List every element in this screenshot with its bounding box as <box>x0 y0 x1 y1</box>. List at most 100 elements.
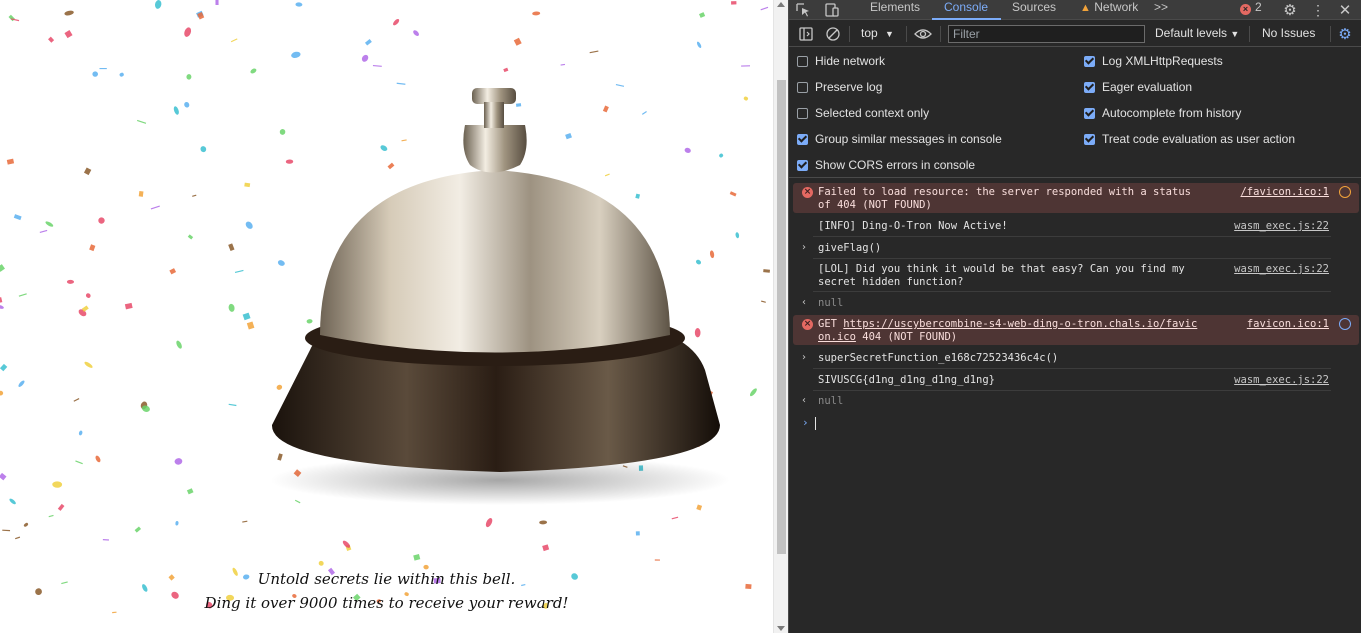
checkbox-checked[interactable] <box>797 133 808 145</box>
service-bell-image[interactable] <box>260 80 730 510</box>
more-options-icon[interactable]: ⋮ <box>1307 0 1329 20</box>
setting-log-xhr[interactable]: Log XMLHttpRequests <box>1084 53 1223 69</box>
console-prompt-input[interactable]: › <box>793 414 1359 434</box>
sidebar-toggle-icon[interactable] <box>795 24 817 44</box>
source-link[interactable]: wasm_exec.js:22 <box>1234 263 1329 276</box>
confetti-piece <box>184 102 190 108</box>
setting-eager-evaluation[interactable]: Eager evaluation <box>1084 79 1192 95</box>
setting-label: Hide network <box>815 54 886 68</box>
checkbox-checked[interactable] <box>1084 133 1095 145</box>
live-expression-eye-icon[interactable] <box>912 24 934 44</box>
confetti-piece <box>250 68 257 74</box>
confetti-piece <box>749 388 757 397</box>
checkbox[interactable] <box>797 55 808 67</box>
chevron-right-icon: › <box>802 352 806 363</box>
tab-network[interactable]: ▲ Network <box>1080 0 1138 20</box>
error-icon: × <box>802 319 813 330</box>
setting-label: Group similar messages in console <box>815 132 1002 146</box>
confetti-piece <box>64 10 74 16</box>
network-request-icon[interactable] <box>1339 186 1351 198</box>
checkbox-checked[interactable] <box>797 159 808 171</box>
request-url-continued[interactable]: on.ico <box>818 331 856 343</box>
command-text: superSecretFunction_e168c72523436c4c() <box>818 352 1059 364</box>
console-settings-gear-icon[interactable]: ⚙ <box>1334 24 1356 44</box>
tab-network-label: Network <box>1094 0 1139 14</box>
tab-sources[interactable]: Sources <box>1012 0 1056 20</box>
confetti-piece <box>532 11 541 16</box>
source-link[interactable]: wasm_exec.js:22 <box>1234 374 1329 387</box>
confetti-piece <box>9 498 16 505</box>
setting-label: Show CORS errors in console <box>815 158 976 172</box>
inspect-element-icon[interactable] <box>793 0 815 20</box>
confetti-piece <box>119 72 124 77</box>
prompt-chevron-icon: › <box>802 416 809 429</box>
command-text: giveFlag() <box>818 242 882 254</box>
confetti-piece <box>85 293 91 298</box>
confetti-piece <box>186 74 192 80</box>
console-input-command[interactable]: › superSecretFunction_e168c72523436c4c() <box>793 348 1359 369</box>
page-scrollbar[interactable] <box>773 0 788 633</box>
confetti-piece <box>215 0 219 6</box>
checkbox[interactable] <box>797 107 808 119</box>
setting-show-cors-errors[interactable]: Show CORS errors in console <box>797 157 975 173</box>
source-link[interactable]: wasm_exec.js:22 <box>1234 220 1329 233</box>
error-count: 2 <box>1255 0 1262 14</box>
setting-preserve-log[interactable]: Preserve log <box>797 79 882 95</box>
network-request-icon[interactable] <box>1339 318 1351 330</box>
source-link[interactable]: favicon.ico:1 <box>1247 318 1329 331</box>
confetti-piece <box>413 553 421 561</box>
scroll-down-arrow-icon[interactable] <box>777 626 785 631</box>
setting-group-similar[interactable]: Group similar messages in console <box>797 131 1002 147</box>
confetti-piece <box>485 518 493 528</box>
confetti-piece <box>186 488 194 495</box>
scroll-up-arrow-icon[interactable] <box>777 2 785 7</box>
confetti-piece <box>729 191 737 197</box>
tab-elements[interactable]: Elements <box>870 0 920 20</box>
console-input-command[interactable]: › giveFlag() <box>793 238 1359 259</box>
toolbar-divider <box>1330 26 1331 42</box>
console-log-message: [LOL] Did you think it would be that eas… <box>793 260 1359 292</box>
row-divider <box>813 258 1331 259</box>
confetti-piece <box>246 321 255 330</box>
more-tabs-icon[interactable]: >> <box>1154 0 1168 20</box>
setting-selected-context-only[interactable]: Selected context only <box>797 105 929 121</box>
confetti-piece <box>291 51 301 58</box>
console-log-message: [INFO] Ding-O-Tron Now Active! wasm_exec… <box>793 216 1359 237</box>
tab-console[interactable]: Console <box>944 0 988 20</box>
setting-label: Selected context only <box>815 106 930 120</box>
confetti-piece <box>0 390 4 396</box>
checkbox-checked[interactable] <box>1084 81 1095 93</box>
context-selector[interactable]: top ▼ <box>861 26 894 40</box>
setting-hide-network[interactable]: Hide network <box>797 53 885 69</box>
request-url[interactable]: https://uscybercombine-s4-web-ding-o-tro… <box>843 318 1197 330</box>
setting-autocomplete-history[interactable]: Autocomplete from history <box>1084 105 1241 121</box>
scrollbar-thumb[interactable] <box>777 80 786 554</box>
confetti-piece <box>413 30 419 36</box>
confetti-piece <box>18 380 25 387</box>
clear-console-icon[interactable] <box>822 24 844 44</box>
checkbox-checked[interactable] <box>1084 107 1095 119</box>
toolbar-divider <box>906 26 907 42</box>
setting-treat-eval-user-action[interactable]: Treat code evaluation as user action <box>1084 131 1295 147</box>
source-link[interactable]: /favicon.ico:1 <box>1240 186 1329 199</box>
settings-gear-icon[interactable]: ⚙ <box>1279 0 1301 20</box>
devtools-panel: Elements Console Sources ▲ Network >> × 2… <box>788 0 1361 633</box>
confetti-piece <box>699 12 706 18</box>
issues-button[interactable]: No Issues <box>1262 26 1315 40</box>
checkbox[interactable] <box>797 81 808 93</box>
confetti-piece <box>6 158 15 165</box>
log-levels-dropdown[interactable]: Default levels ▼ <box>1155 26 1239 40</box>
error-count-badge[interactable]: × 2 <box>1240 0 1262 20</box>
confetti-piece <box>761 300 766 303</box>
filter-input[interactable] <box>948 25 1145 43</box>
confetti-piece <box>45 221 54 227</box>
row-divider <box>813 390 1331 391</box>
checkbox-checked[interactable] <box>1084 55 1095 67</box>
confetti-piece <box>542 544 550 552</box>
close-devtools-icon[interactable]: ✕ <box>1334 0 1356 20</box>
device-toolbar-icon[interactable] <box>821 0 843 20</box>
confetti-piece <box>242 520 248 523</box>
confetti-piece <box>83 167 92 176</box>
confetti-piece <box>84 361 93 368</box>
confetti-piece <box>155 0 162 9</box>
